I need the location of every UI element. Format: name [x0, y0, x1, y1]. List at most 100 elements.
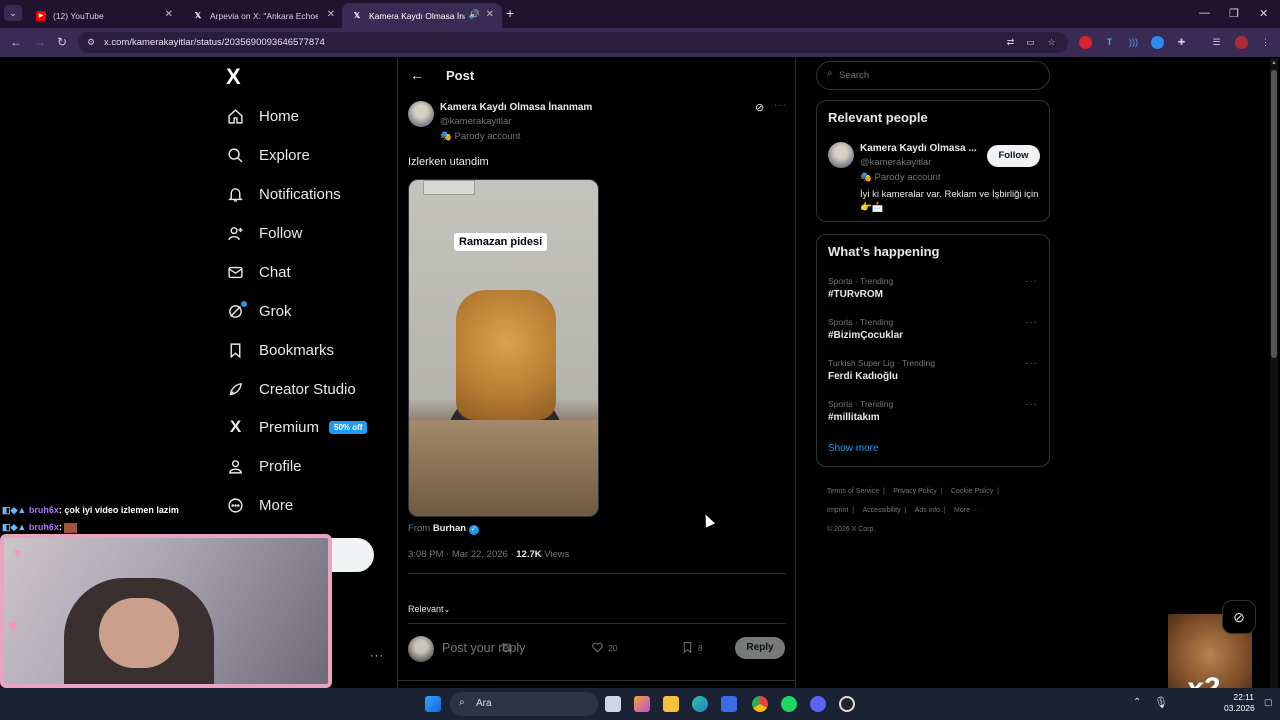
footer-link[interactable]: Terms of Service: [827, 488, 879, 495]
extension-audio-icon[interactable]: ))): [1127, 36, 1140, 49]
nav-more[interactable]: More: [226, 490, 293, 520]
nav-profile[interactable]: Profile: [226, 451, 302, 481]
back-icon[interactable]: ←: [10, 35, 22, 49]
scroll-up-icon[interactable]: ▲: [1271, 60, 1277, 66]
nav-chat[interactable]: Chat: [226, 257, 291, 287]
footer-link[interactable]: Privacy Policy: [893, 488, 937, 495]
microphone-icon[interactable]: 🎙: [1154, 696, 1168, 709]
extension-red-icon[interactable]: [1079, 36, 1092, 49]
speaker-icon[interactable]: 🔊: [469, 9, 480, 20]
footer-link[interactable]: Ads info: [915, 507, 940, 514]
nav-notifications[interactable]: Notifications: [226, 179, 341, 209]
trend-item[interactable]: Sports · Trending #millitakım: [828, 399, 893, 423]
edge-icon[interactable]: [692, 696, 708, 712]
copilot-icon[interactable]: [634, 696, 650, 712]
profile-avatar-icon[interactable]: [1235, 36, 1248, 49]
nav-premium[interactable]: X Premium 50% off: [226, 412, 368, 442]
trend-item[interactable]: Sports · Trending #BizimÇocuklar: [828, 317, 903, 341]
nav-grok[interactable]: Grok: [226, 296, 292, 326]
url-field[interactable]: ⚙ x.com/kamerakayitlar/status/2035690093…: [78, 32, 1068, 53]
search-box[interactable]: ⌕ Search: [816, 61, 1050, 90]
bookmark-action[interactable]: 8: [681, 641, 703, 654]
trend-more-icon[interactable]: ···: [1025, 317, 1038, 328]
browser-tab-arpevia[interactable]: 𝕏 Arpevia on X: "Ankara Echoes ✕: [183, 3, 343, 28]
browser-tab-kamera[interactable]: 𝕏 Kamera Kaydı Olmasa İnan 🔊 ✕: [342, 3, 502, 28]
show-more-link[interactable]: Show more: [828, 443, 879, 454]
nav-explore[interactable]: Explore: [226, 140, 310, 170]
task-view-icon[interactable]: [605, 696, 621, 712]
sidebar-icon[interactable]: ☰: [1210, 36, 1223, 49]
browser-tab-youtube[interactable]: ▶ (12) YouTube ✕: [26, 3, 181, 28]
tray-chevron-icon[interactable]: ⌃: [1133, 697, 1141, 708]
trend-more-icon[interactable]: ···: [1025, 276, 1038, 287]
store-icon[interactable]: [721, 696, 737, 712]
author-name[interactable]: Kamera Kaydı Olmasa İnanmam: [440, 102, 592, 113]
file-explorer-icon[interactable]: [663, 696, 679, 712]
taskbar-clock[interactable]: 22:11 03.2026: [1224, 692, 1255, 714]
spotify-icon[interactable]: [781, 696, 797, 712]
restore-icon[interactable]: ❐: [1229, 7, 1239, 20]
like-action[interactable]: 20: [591, 641, 617, 654]
new-tab-button[interactable]: +: [506, 5, 514, 21]
x-logo-icon[interactable]: X: [226, 64, 241, 90]
cast-icon[interactable]: ▭: [1024, 36, 1037, 49]
trend-more-icon[interactable]: ···: [1025, 358, 1038, 369]
extension-translate-icon[interactable]: T: [1103, 36, 1116, 49]
author-handle[interactable]: @kamerakayitlar: [440, 116, 511, 127]
close-icon[interactable]: ✕: [165, 9, 173, 20]
back-arrow-icon[interactable]: ←: [410, 67, 424, 83]
search-input[interactable]: Search: [839, 70, 869, 81]
close-icon[interactable]: ✕: [327, 9, 335, 20]
nav-follow[interactable]: Follow: [226, 218, 302, 248]
divider: [408, 623, 786, 624]
chrome-icon[interactable]: [752, 696, 768, 712]
trend-item[interactable]: Turkish Super Lig · Trending Ferdi Kadıo…: [828, 358, 935, 382]
post-time[interactable]: 3:08 PM · Mar 22, 2026 ·: [408, 549, 516, 560]
reload-icon[interactable]: ↻: [57, 35, 67, 49]
scrollbar-thumb[interactable]: [1271, 70, 1277, 358]
reply-input[interactable]: Post your reply: [442, 641, 525, 655]
extensions-puzzle-icon[interactable]: ✚: [1175, 36, 1188, 49]
post-video[interactable]: Ramazan pidesi: [408, 179, 599, 517]
footer-link[interactable]: Cookie Policy: [951, 488, 993, 495]
footer-link[interactable]: Accessibility: [862, 507, 900, 514]
reply-button[interactable]: Reply: [735, 637, 785, 659]
footer-link[interactable]: More ···: [954, 507, 979, 514]
tab-list-button[interactable]: ⌄: [4, 5, 22, 21]
mask-icon: 🎭: [440, 131, 452, 142]
grok-icon[interactable]: ⊘: [755, 101, 764, 114]
heart-decoration-icon: ♥: [14, 546, 22, 560]
discord-icon[interactable]: [810, 696, 826, 712]
minimize-icon[interactable]: —: [1199, 7, 1210, 19]
person-handle[interactable]: @kamerakayitlar: [860, 157, 931, 168]
windows-start-icon[interactable]: [425, 696, 441, 712]
footer-link[interactable]: Imprint: [827, 507, 848, 514]
reply-sort-dropdown[interactable]: Relevant⌄: [408, 604, 450, 614]
more-icon[interactable]: ···: [774, 100, 787, 111]
nav-bookmarks[interactable]: Bookmarks: [226, 335, 334, 365]
close-icon[interactable]: ✕: [486, 9, 494, 20]
page-scrollbar[interactable]: ▲: [1270, 58, 1278, 688]
site-info-icon[interactable]: ⚙: [87, 32, 95, 53]
window-close-icon[interactable]: ✕: [1259, 7, 1268, 20]
obs-icon[interactable]: [839, 696, 855, 712]
trend-more-icon[interactable]: ···: [1025, 399, 1038, 410]
account-menu-dots[interactable]: ···: [370, 650, 384, 662]
source-user[interactable]: Burhan: [433, 523, 466, 534]
nav-creator-studio[interactable]: Creator Studio: [226, 374, 356, 404]
taskbar-search[interactable]: ⌕ Ara: [450, 692, 598, 716]
person-name[interactable]: Kamera Kaydı Olmasa ...: [860, 143, 977, 154]
browser-menu-icon[interactable]: ⋮: [1259, 36, 1272, 49]
notification-icon[interactable]: ▢: [1264, 697, 1273, 708]
translate-icon[interactable]: ⇄: [1004, 36, 1017, 49]
follow-button[interactable]: Follow: [987, 145, 1040, 167]
author-avatar[interactable]: [408, 101, 434, 127]
grok-floating-button[interactable]: ⊘: [1222, 600, 1256, 634]
forward-icon[interactable]: →: [34, 35, 46, 49]
star-icon[interactable]: ☆: [1045, 36, 1058, 49]
parody-badge: 🎭 Parody account: [440, 131, 521, 142]
extension-shield-icon[interactable]: [1151, 36, 1164, 49]
person-avatar[interactable]: [828, 142, 854, 168]
nav-home[interactable]: Home: [226, 101, 299, 131]
trend-item[interactable]: Sports · Trending #TURvROM: [828, 276, 893, 300]
